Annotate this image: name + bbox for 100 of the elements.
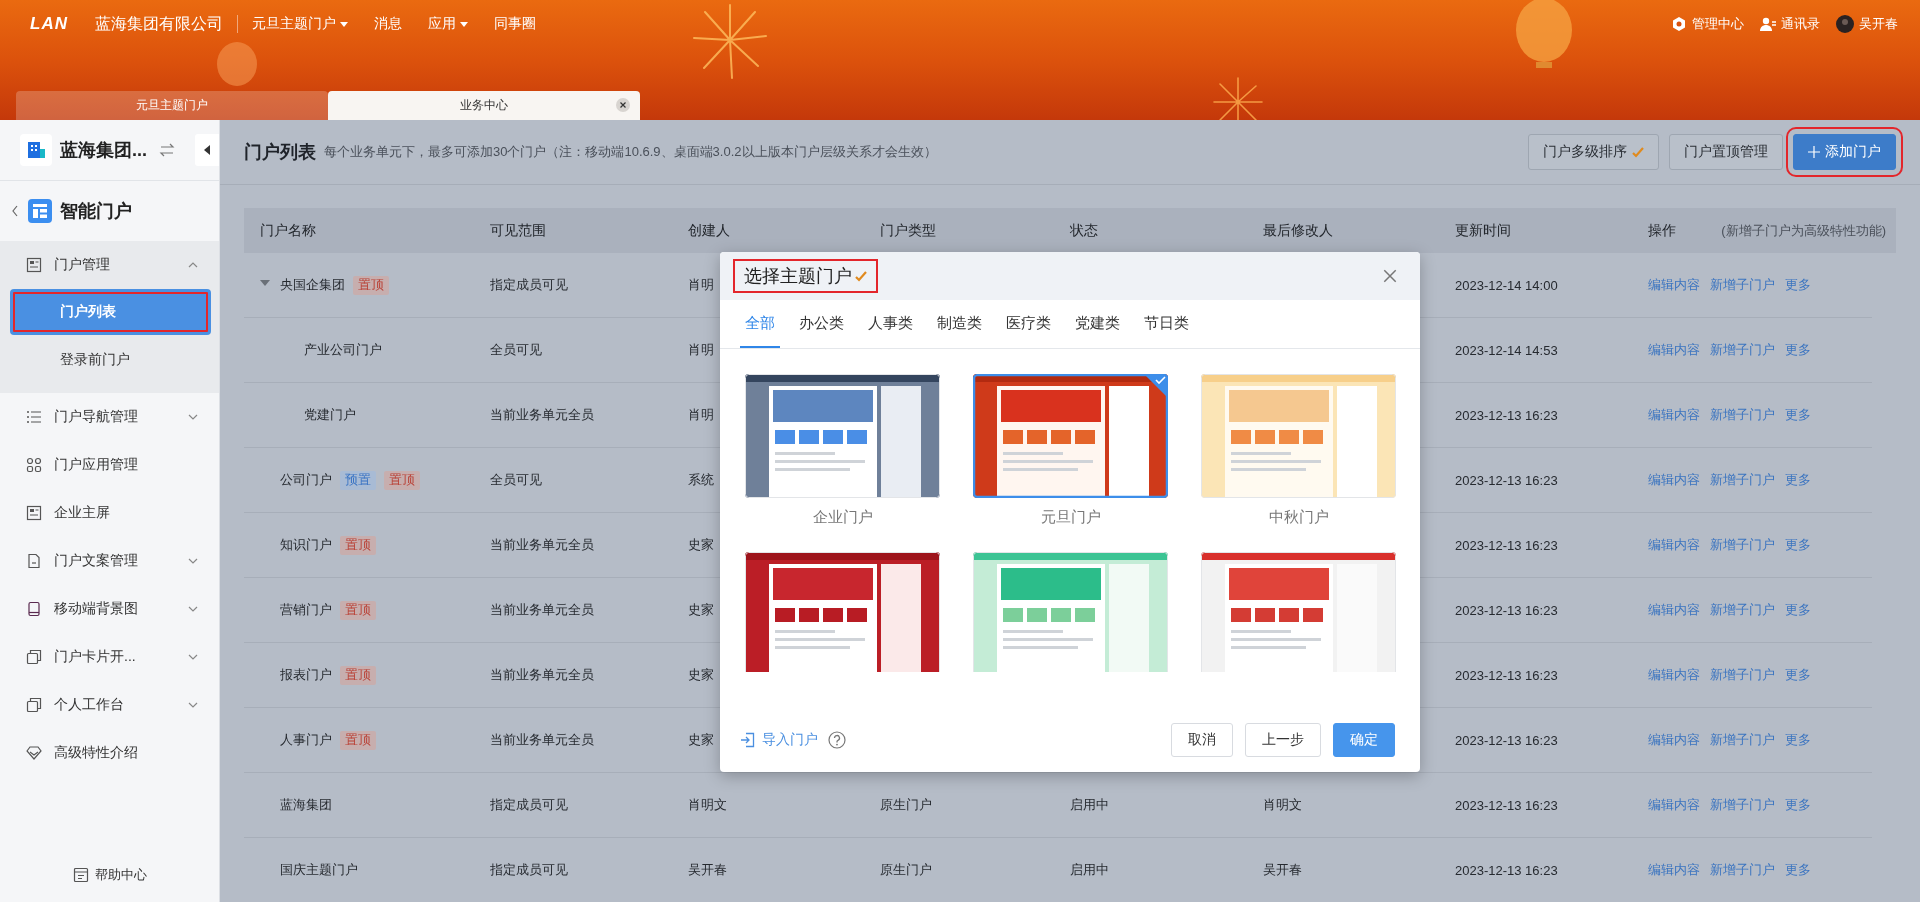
table-cell: 当前业务单元全员 — [490, 406, 594, 424]
table-cell: 党建门户 — [304, 406, 356, 424]
help-link[interactable]: 帮助中心 — [68, 862, 151, 888]
document-icon — [26, 553, 42, 569]
table-cell: 产业公司门户 — [304, 341, 382, 359]
action-link[interactable]: 更多 — [1785, 731, 1811, 749]
action-link[interactable]: 编辑内容 — [1648, 536, 1700, 554]
tag: 置顶 — [340, 665, 376, 685]
action-link[interactable]: 更多 — [1785, 471, 1811, 489]
dialog-button[interactable]: 上一步 — [1245, 723, 1321, 757]
menu-item[interactable]: 门户应用管理 — [0, 441, 219, 489]
action-link[interactable]: 更多 — [1785, 796, 1811, 814]
table-cell: 史家 — [688, 731, 714, 749]
menu-item[interactable]: 门户文案管理 — [0, 537, 219, 585]
menu-item[interactable]: 登录前门户 — [10, 337, 211, 383]
action-link[interactable]: 新增子门户 — [1710, 341, 1775, 359]
action-link[interactable]: 新增子门户 — [1710, 731, 1775, 749]
action-link[interactable]: 新增子门户 — [1710, 276, 1775, 294]
action-link[interactable]: 新增子门户 — [1710, 861, 1775, 879]
organization-name: 蓝海集团... — [60, 139, 147, 162]
template-name: 元旦门户 — [1040, 508, 1101, 527]
header-link[interactable]: 通讯录 — [1760, 15, 1820, 33]
tab[interactable]: 元旦主题门户 — [16, 91, 328, 120]
table-cell: 史家 — [688, 601, 714, 619]
action-link[interactable]: 新增子门户 — [1710, 796, 1775, 814]
collapse-button[interactable] — [195, 134, 219, 166]
action-link[interactable]: 更多 — [1785, 406, 1811, 424]
import-icon — [740, 732, 756, 748]
import-link[interactable]: 导入门户 — [740, 731, 818, 749]
action-link[interactable]: 更多 — [1785, 276, 1811, 294]
table-cell: 营销门户 — [280, 601, 332, 619]
menu-item[interactable]: 企业主屏 — [0, 489, 219, 537]
swap-icon[interactable] — [159, 142, 175, 158]
dialog-title: 选择主题门户 — [744, 265, 852, 288]
table-cell: 原生门户 — [880, 796, 932, 814]
plus-icon — [1808, 146, 1820, 158]
column-header: 门户名称 — [260, 221, 316, 240]
category-tab[interactable]: 全部 — [740, 300, 780, 348]
table-cell: 2023-12-13 16:23 — [1455, 667, 1558, 683]
category-tab[interactable]: 办公类 — [794, 300, 849, 348]
table-cell: 肖明 — [688, 406, 714, 424]
header-link[interactable]: 管理中心 — [1671, 15, 1744, 33]
category-tab[interactable]: 人事类 — [863, 300, 918, 348]
back-icon[interactable] — [10, 204, 20, 218]
action-link[interactable]: 更多 — [1785, 666, 1811, 684]
category-tab[interactable]: 制造类 — [932, 300, 987, 348]
dialog-button[interactable]: 确定 — [1333, 723, 1395, 757]
template-name: 中秋门户 — [1268, 508, 1329, 527]
action-link[interactable]: 编辑内容 — [1648, 276, 1700, 294]
nav-link[interactable]: 应用 — [428, 15, 468, 33]
action-link[interactable]: 新增子门户 — [1710, 601, 1775, 619]
action-link[interactable]: 更多 — [1785, 341, 1811, 359]
menu-item[interactable]: 个人工作台 — [0, 681, 219, 729]
category-tab[interactable]: 医疗类 — [1001, 300, 1056, 348]
copy-icon — [26, 697, 42, 713]
menu-item[interactable]: 门户列表 — [10, 289, 211, 335]
copy-icon — [26, 649, 42, 665]
action-link[interactable]: 更多 — [1785, 536, 1811, 554]
column-header: 更新时间 — [1455, 221, 1511, 240]
template-name: 企业门户 — [812, 508, 873, 527]
action-link[interactable]: 新增子门户 — [1710, 536, 1775, 554]
help-icon[interactable] — [828, 731, 846, 749]
action-link[interactable]: 更多 — [1785, 601, 1811, 619]
card-icon — [26, 257, 42, 273]
nav-link[interactable]: 元旦主题门户 — [252, 15, 348, 33]
toolbar-button[interactable]: 门户置顶管理 — [1669, 134, 1783, 170]
action-link[interactable]: 更多 — [1785, 861, 1811, 879]
toolbar-button[interactable]: 门户多级排序 — [1528, 134, 1659, 170]
column-header: 可见范围 — [490, 221, 546, 240]
action-link[interactable]: 新增子门户 — [1710, 406, 1775, 424]
category-tab[interactable]: 节日类 — [1139, 300, 1194, 348]
action-link[interactable]: 编辑内容 — [1648, 601, 1700, 619]
action-link[interactable]: 编辑内容 — [1648, 861, 1700, 879]
app-title: 智能门户 — [60, 200, 132, 223]
action-link[interactable]: 编辑内容 — [1648, 731, 1700, 749]
category-tab[interactable]: 党建类 — [1070, 300, 1125, 348]
action-link[interactable]: 编辑内容 — [1648, 796, 1700, 814]
menu-item[interactable]: 门户卡片开... — [0, 633, 219, 681]
nav-link[interactable]: 同事圈 — [494, 15, 536, 33]
nav-link[interactable]: 消息 — [374, 15, 402, 33]
tab[interactable]: 业务中心 — [328, 91, 640, 120]
card-icon — [26, 505, 42, 521]
phone-icon — [26, 601, 42, 617]
action-link[interactable]: 编辑内容 — [1648, 341, 1700, 359]
action-link[interactable]: 新增子门户 — [1710, 471, 1775, 489]
column-note: (新增子门户为高级特性功能) — [1721, 221, 1886, 240]
close-icon[interactable] — [616, 98, 630, 112]
menu-item[interactable]: 门户管理 — [0, 241, 219, 289]
building-icon — [26, 140, 46, 160]
dialog-button[interactable]: 取消 — [1171, 723, 1233, 757]
user-menu[interactable]: 吴开春 — [1836, 15, 1898, 33]
action-link[interactable]: 新增子门户 — [1710, 666, 1775, 684]
menu-item[interactable]: 高级特性介绍 — [0, 729, 219, 777]
avatar-icon — [1836, 15, 1854, 33]
action-link[interactable]: 编辑内容 — [1648, 666, 1700, 684]
action-link[interactable]: 编辑内容 — [1648, 406, 1700, 424]
table-cell: 指定成员可见 — [490, 861, 568, 879]
menu-item[interactable]: 门户导航管理 — [0, 393, 219, 441]
menu-item[interactable]: 移动端背景图 — [0, 585, 219, 633]
action-link[interactable]: 编辑内容 — [1648, 471, 1700, 489]
